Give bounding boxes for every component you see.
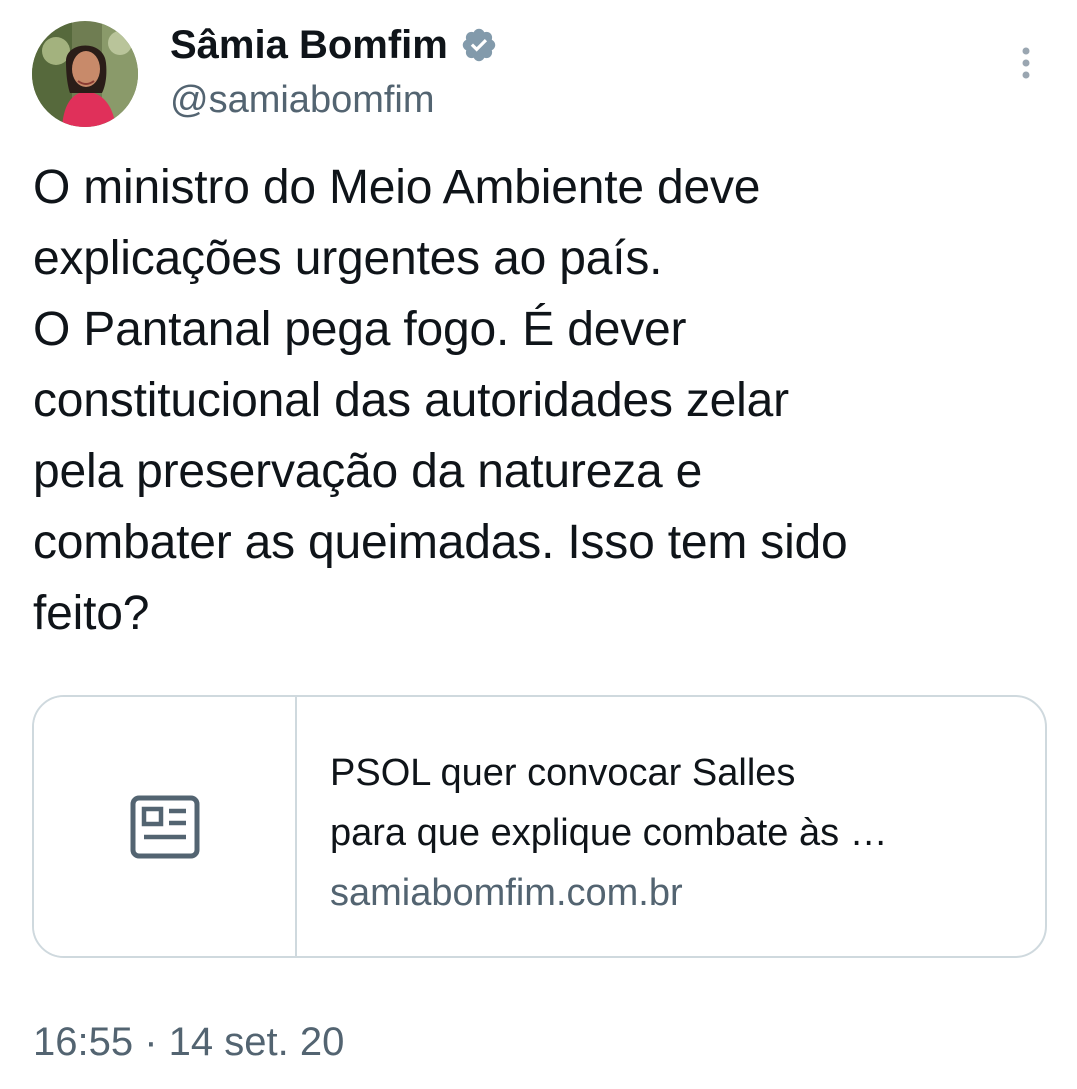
more-options-icon[interactable]	[1006, 44, 1046, 88]
link-card-thumbnail	[34, 697, 297, 956]
link-card-body[interactable]: PSOL quer convocar Salles para que expli…	[297, 697, 1045, 956]
author-handle[interactable]: @samiabomfim	[170, 76, 435, 124]
link-card-domain: samiabomfim.com.br	[330, 872, 683, 914]
link-preview-card[interactable]: PSOL quer convocar Salles para que expli…	[32, 695, 1047, 958]
tweet-text: O ministro do Meio Ambiente deve explica…	[33, 161, 848, 640]
author-display-name[interactable]: Sâmia Bomfim	[170, 20, 448, 70]
avatar[interactable]	[32, 21, 138, 127]
tweet-timestamp[interactable]: 16:55 · 14 set. 20	[33, 1016, 344, 1068]
avatar-photo	[32, 21, 138, 127]
verified-badge-icon	[460, 26, 498, 64]
newspaper-icon	[130, 795, 199, 858]
author-name-row[interactable]: Sâmia Bomfim	[170, 20, 498, 70]
link-card-title-line1: PSOL quer convocar Salles	[330, 752, 796, 794]
link-card-title-line2: para que explique combate às …	[330, 812, 888, 854]
